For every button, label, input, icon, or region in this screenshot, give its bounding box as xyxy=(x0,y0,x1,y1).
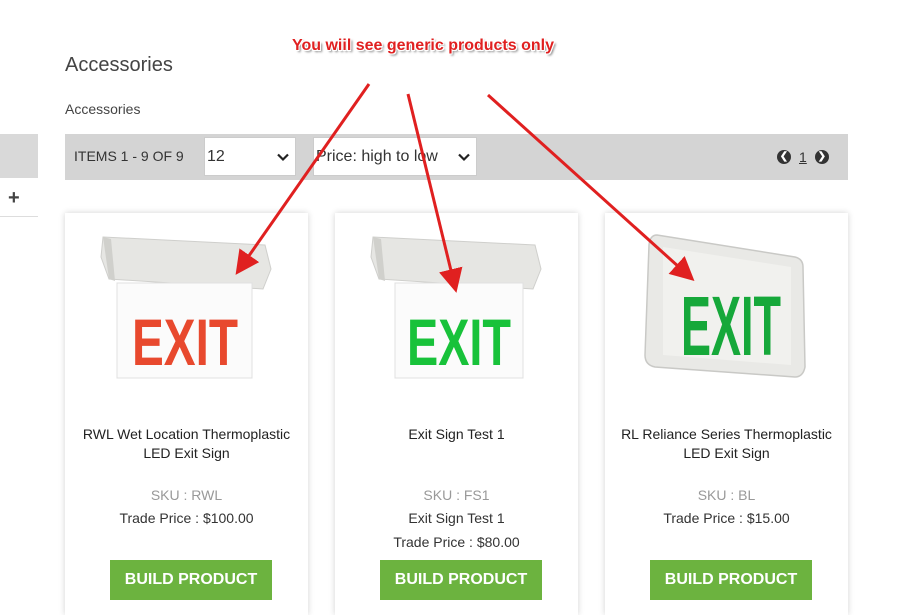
product-image[interactable]: EXIT xyxy=(335,227,578,392)
items-count: ITEMS 1 - 9 OF 9 xyxy=(74,148,184,164)
product-sku: SKU : BL xyxy=(697,487,756,503)
breadcrumb[interactable]: Accessories xyxy=(65,101,140,117)
per-page-value: 12 xyxy=(207,148,225,165)
sidebar-divider xyxy=(0,216,38,217)
product-price: Trade Price : $80.00 xyxy=(393,534,520,550)
per-page-select[interactable]: 12 xyxy=(204,137,296,176)
sort-value: Price: high to low xyxy=(316,148,438,165)
product-card: EXIT Exit Sign Test 1 SKU : FS1 Exit Sig… xyxy=(335,213,578,615)
sort-select[interactable]: Price: high to low xyxy=(313,137,477,176)
build-product-button[interactable]: BUILD PRODUCT xyxy=(650,560,812,600)
product-name[interactable]: Exit Sign Test 1 xyxy=(343,425,570,444)
sign-text: EXIT xyxy=(132,305,238,379)
product-image[interactable]: EXIT xyxy=(605,227,848,392)
product-price: Trade Price : $15.00 xyxy=(663,510,790,526)
sign-text: EXIT xyxy=(681,279,781,373)
annotation-callout: You wiil see generic products only xyxy=(292,37,554,54)
build-product-button[interactable]: BUILD PRODUCT xyxy=(380,560,542,600)
pagination: ❮ 1 ❯ xyxy=(777,148,829,166)
sidebar-tab[interactable] xyxy=(0,134,38,178)
page-title: Accessories xyxy=(65,54,173,76)
product-card: EXIT RWL Wet Location Thermoplastic LED … xyxy=(65,213,308,615)
product-name[interactable]: RL Reliance Series Thermoplastic LED Exi… xyxy=(613,425,840,463)
sign-text: EXIT xyxy=(407,305,511,379)
product-card: EXIT RL Reliance Series Thermoplastic LE… xyxy=(605,213,848,615)
product-sku: SKU : RWL xyxy=(150,487,223,503)
product-name[interactable]: RWL Wet Location Thermoplastic LED Exit … xyxy=(73,425,300,463)
chevron-down-icon xyxy=(458,153,470,162)
product-price: Trade Price : $100.00 xyxy=(119,510,254,526)
product-subtitle: Exit Sign Test 1 xyxy=(408,510,505,526)
toolbar: ITEMS 1 - 9 OF 9 12 Price: high to low ❮… xyxy=(65,134,848,180)
build-product-button[interactable]: BUILD PRODUCT xyxy=(110,560,272,600)
page: + Accessories Accessories ITEMS 1 - 9 OF… xyxy=(0,0,904,615)
product-image[interactable]: EXIT xyxy=(65,227,308,392)
chevron-left-circle-icon[interactable]: ❮ xyxy=(777,150,791,164)
chevron-down-icon xyxy=(277,153,289,162)
page-number-link[interactable]: 1 xyxy=(799,149,807,165)
sidebar-expand-button[interactable]: + xyxy=(8,188,20,208)
chevron-right-circle-icon[interactable]: ❯ xyxy=(814,150,829,164)
product-sku: SKU : FS1 xyxy=(423,487,490,503)
